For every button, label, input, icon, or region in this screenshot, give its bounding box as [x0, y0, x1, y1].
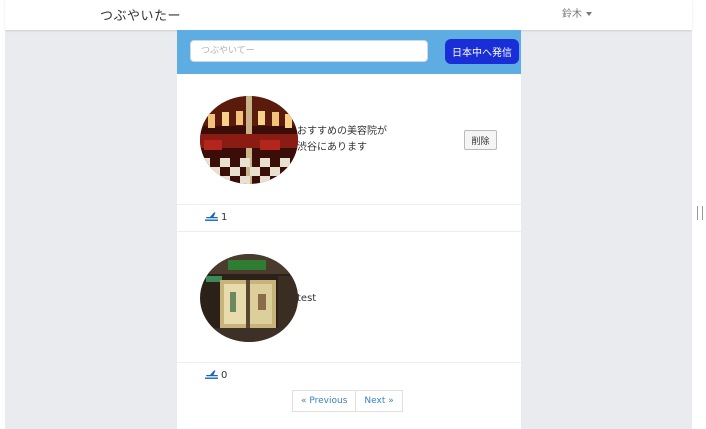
like-count: 0 [221, 370, 228, 381]
avatar [200, 254, 298, 342]
airplane-departure-icon[interactable] [205, 211, 219, 224]
like-row: 0 [205, 369, 227, 382]
post-item: おすすめの美容院が 渋谷にあります 削除 1 [177, 74, 521, 232]
tweet-composer: 日本中へ発信 [177, 30, 521, 74]
brand-title[interactable]: つぶやいたー [100, 5, 181, 24]
airplane-departure-icon[interactable] [205, 369, 219, 382]
divider [177, 362, 521, 363]
user-menu-dropdown[interactable]: 鈴木 [562, 5, 592, 20]
timeline-feed: 日本中へ発信 [177, 30, 521, 429]
post-text: おすすめの美容院が 渋谷にあります [297, 126, 387, 153]
next-page-link[interactable]: Next » [356, 390, 403, 412]
salon-interior-photo [200, 96, 298, 184]
navbar: つぶやいたー 鈴木 [5, 0, 692, 30]
like-count: 1 [221, 212, 228, 223]
like-row: 1 [205, 211, 227, 224]
pagination: « Previous Next » [292, 390, 403, 412]
avatar [200, 96, 298, 184]
caret-down-icon [586, 12, 592, 16]
tweet-input[interactable] [190, 40, 428, 62]
shop-storefront-photo [200, 254, 298, 342]
previous-page-link[interactable]: « Previous [292, 390, 357, 412]
user-name: 鈴木 [562, 9, 582, 20]
resize-grip[interactable] [697, 206, 703, 220]
post-text: test [297, 293, 317, 304]
delete-post-button[interactable]: 削除 [464, 130, 497, 150]
divider [177, 204, 521, 205]
post-item: test 0 [177, 232, 521, 390]
submit-tweet-button[interactable]: 日本中へ発信 [445, 39, 519, 64]
